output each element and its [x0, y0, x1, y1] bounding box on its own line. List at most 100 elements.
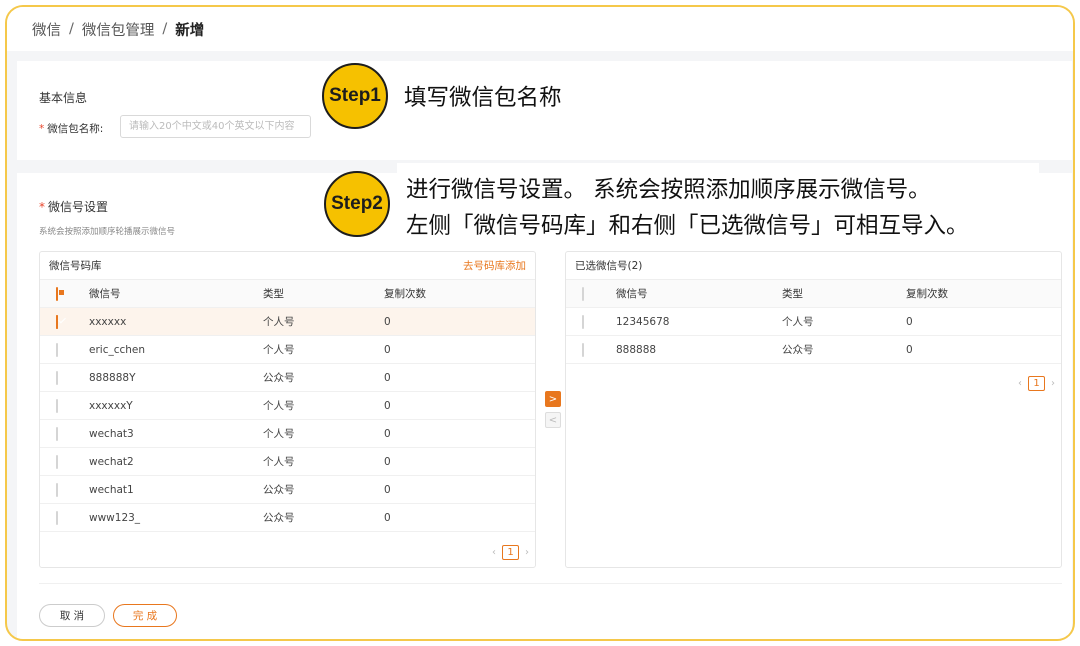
- step2-badge: Step2: [324, 171, 390, 237]
- package-name-input[interactable]: [120, 115, 311, 138]
- type-cell: 个人号: [263, 400, 295, 412]
- copy-count-cell: 0: [384, 371, 391, 384]
- table-row[interactable]: 888888Y 公众号 0: [40, 364, 535, 392]
- basic-info-title: 基本信息: [39, 91, 88, 105]
- prev-page-icon[interactable]: ‹: [1018, 378, 1022, 389]
- type-cell: 个人号: [782, 316, 814, 328]
- selected-panel: 已选微信号(2) 微信号 类型 复制次数 12345678 个人号 0 888888 公…: [565, 251, 1062, 568]
- wechat-id-cell: 888888Y: [89, 371, 136, 384]
- wechat-id-cell: xxxxxxY: [89, 399, 133, 412]
- table-row[interactable]: 12345678 个人号 0: [566, 308, 1061, 336]
- wechat-settings-title: * 微信号设置: [39, 198, 108, 215]
- breadcrumb-root[interactable]: 微信: [32, 19, 61, 40]
- selected-pager: ‹ 1 ›: [1018, 376, 1055, 391]
- type-cell: 个人号: [263, 428, 295, 440]
- wechat-id-cell: wechat3: [89, 427, 134, 440]
- type-cell: 个人号: [263, 344, 295, 356]
- row-checkbox[interactable]: [582, 342, 584, 357]
- table-row[interactable]: wechat1 公众号 0: [40, 476, 535, 504]
- wechat-settings-card: * 微信号设置 系统会按照添加顺序轮播展示微信号 微信号码库 去号码库添加 微信号…: [17, 173, 1072, 639]
- row-checkbox[interactable]: [56, 398, 58, 413]
- type-cell: 个人号: [263, 456, 295, 468]
- prev-page-icon[interactable]: ‹: [492, 547, 496, 558]
- column-header-type: 类型: [263, 288, 284, 300]
- wechat-id-cell: eric_cchen: [89, 343, 146, 356]
- step1-badge: Step1: [322, 63, 388, 129]
- copy-count-cell: 0: [384, 343, 391, 356]
- row-checkbox[interactable]: [582, 314, 584, 329]
- row-checkbox[interactable]: [56, 426, 58, 441]
- transfer-left-button[interactable]: <: [545, 412, 561, 428]
- breadcrumb-separator: /: [69, 21, 74, 37]
- wechat-id-cell: wechat1: [89, 483, 134, 496]
- select-all-checkbox[interactable]: [582, 286, 584, 301]
- breadcrumb-current: 新增: [175, 22, 205, 39]
- wechat-id-cell: wechat2: [89, 455, 134, 468]
- wechat-id-cell: www123_: [89, 511, 141, 524]
- row-checkbox[interactable]: [56, 482, 58, 497]
- go-add-link[interactable]: 去号码库添加: [463, 258, 526, 273]
- type-cell: 公众号: [263, 484, 295, 496]
- table-row[interactable]: xxxxxx 个人号 0: [40, 308, 535, 336]
- wechat-id-cell: xxxxxx: [89, 315, 127, 328]
- column-header-type: 类型: [782, 288, 803, 300]
- row-checkbox[interactable]: [56, 370, 58, 385]
- breadcrumb-separator: /: [162, 21, 168, 37]
- wechat-settings-desc: 系统会按照添加顺序轮播展示微信号: [39, 227, 176, 237]
- breadcrumb: 微信 / 微信包管理 / 新增: [7, 7, 1073, 51]
- copy-count-cell: 0: [384, 399, 391, 412]
- column-header-count: 复制次数: [906, 288, 948, 300]
- copy-count-cell: 0: [384, 427, 391, 440]
- footer-divider: [39, 583, 1062, 584]
- name-label-text: 微信包名称:: [47, 123, 104, 135]
- library-panel-header: 微信号码库 去号码库添加: [40, 252, 535, 280]
- column-header-id: 微信号: [616, 288, 648, 300]
- row-checkbox[interactable]: [56, 510, 58, 525]
- transfer-right-button[interactable]: >: [545, 391, 561, 407]
- wechat-settings-title-text: 微信号设置: [48, 200, 109, 214]
- step2-note-line1: 进行微信号设置。 系统会按照添加顺序展示微信号。: [406, 177, 931, 203]
- copy-count-cell: 0: [906, 343, 913, 356]
- copy-count-cell: 0: [906, 315, 913, 328]
- cancel-button[interactable]: 取 消: [39, 604, 105, 627]
- wechat-id-cell: 12345678: [616, 315, 670, 328]
- column-header-count: 复制次数: [384, 288, 426, 300]
- row-checkbox[interactable]: [56, 342, 58, 357]
- table-row[interactable]: wechat3 个人号 0: [40, 420, 535, 448]
- next-page-icon[interactable]: ›: [1051, 378, 1055, 389]
- selected-table-body: 12345678 个人号 0 888888 公众号 0: [566, 308, 1061, 364]
- selected-table-header: 微信号 类型 复制次数: [566, 280, 1061, 308]
- copy-count-cell: 0: [384, 455, 391, 468]
- type-cell: 个人号: [263, 316, 295, 328]
- wechat-id-cell: 888888: [616, 343, 657, 356]
- type-cell: 公众号: [782, 344, 814, 356]
- page-number-button[interactable]: 1: [502, 545, 519, 560]
- column-header-id: 微信号: [89, 288, 121, 300]
- selected-panel-title: 已选微信号(2): [575, 260, 643, 272]
- copy-count-cell: 0: [384, 483, 391, 496]
- type-cell: 公众号: [263, 372, 295, 384]
- copy-count-cell: 0: [384, 511, 391, 524]
- required-mark: *: [39, 123, 45, 135]
- table-row[interactable]: 888888 公众号 0: [566, 336, 1061, 364]
- library-table-body: xxxxxx 个人号 0 eric_cchen 个人号 0 888888Y 公众号 0 xxxxx…: [40, 308, 535, 532]
- done-button[interactable]: 完 成: [113, 604, 177, 627]
- page-number-button[interactable]: 1: [1028, 376, 1045, 391]
- table-row[interactable]: www123_ 公众号 0: [40, 504, 535, 532]
- table-row[interactable]: eric_cchen 个人号 0: [40, 336, 535, 364]
- select-all-checkbox[interactable]: [56, 286, 58, 301]
- required-mark: *: [39, 200, 45, 214]
- library-pager: ‹ 1 ›: [492, 545, 529, 560]
- library-panel: 微信号码库 去号码库添加 微信号 类型 复制次数 xxxxxx 个人号 0 eric_…: [39, 251, 536, 568]
- table-row[interactable]: xxxxxxY 个人号 0: [40, 392, 535, 420]
- selected-panel-header: 已选微信号(2): [566, 252, 1061, 280]
- next-page-icon[interactable]: ›: [525, 547, 529, 558]
- copy-count-cell: 0: [384, 315, 391, 328]
- step1-note: 填写微信包名称: [404, 85, 562, 111]
- breadcrumb-parent[interactable]: 微信包管理: [82, 19, 155, 40]
- row-checkbox[interactable]: [56, 314, 58, 329]
- row-checkbox[interactable]: [56, 454, 58, 469]
- table-row[interactable]: wechat2 个人号 0: [40, 448, 535, 476]
- step2-note-line2: 左侧「微信号码库」和右侧「已选微信号」可相互导入。: [406, 213, 969, 239]
- type-cell: 公众号: [263, 512, 295, 524]
